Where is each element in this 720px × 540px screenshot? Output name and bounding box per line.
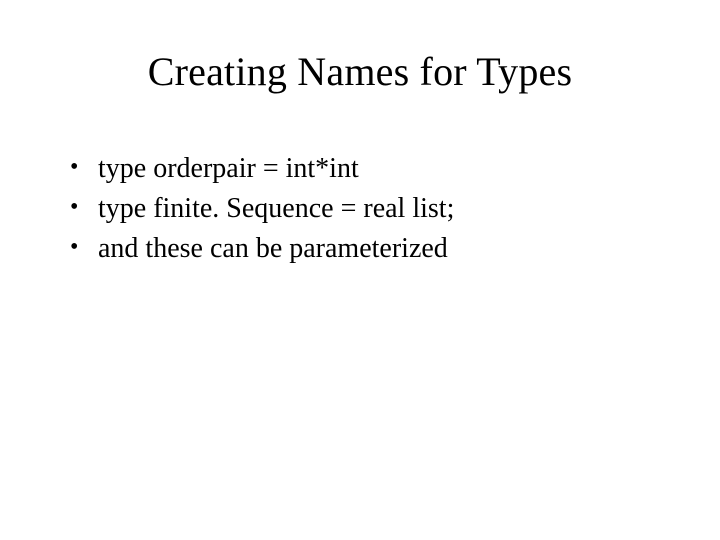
bullet-text: and these can be parameterized [98, 233, 448, 264]
bullet-text: type orderpair = int*int [98, 153, 359, 184]
list-item: type orderpair = int*int [70, 150, 650, 188]
list-item: and these can be parameterized [70, 230, 650, 268]
slide-body: type orderpair = int*int type finite. Se… [70, 150, 650, 269]
list-item: type finite. Sequence = real list; [70, 190, 650, 228]
bullet-text: type finite. Sequence = real list; [98, 193, 454, 224]
slide: Creating Names for Types type orderpair … [0, 0, 720, 540]
slide-title: Creating Names for Types [0, 48, 720, 95]
bullet-list: type orderpair = int*int type finite. Se… [70, 150, 650, 267]
